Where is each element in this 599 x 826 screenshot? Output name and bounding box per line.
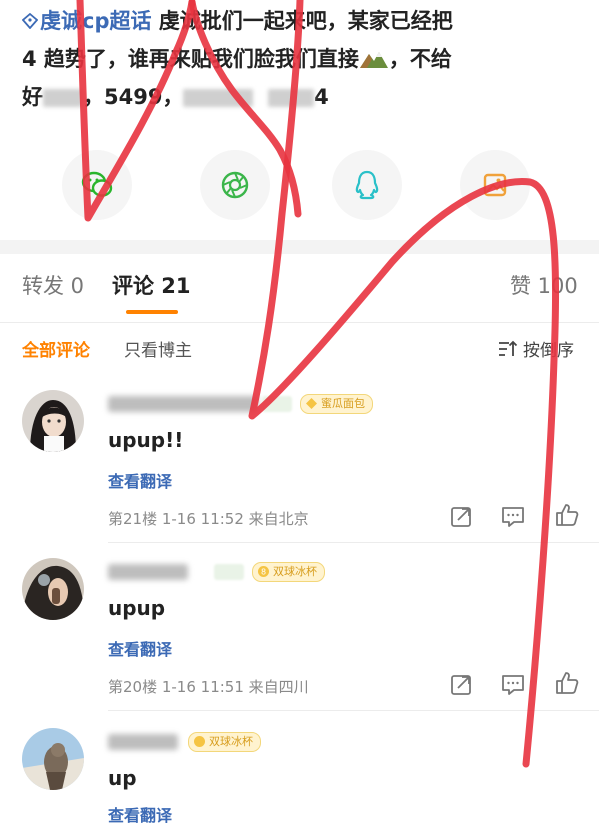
user-tag-blurred <box>214 564 244 580</box>
supertopic-icon <box>22 13 38 29</box>
user-tag-blurred <box>262 396 292 412</box>
active-tab-indicator <box>126 310 178 314</box>
username-blurred[interactable] <box>108 564 188 580</box>
share-qq-button[interactable] <box>332 150 402 220</box>
blurred-text <box>43 89 83 107</box>
avatar[interactable] <box>22 390 84 452</box>
post-text-line3c: 4 <box>314 85 329 109</box>
badge-icon <box>306 398 317 409</box>
user-line: 蜜瓜面包 <box>108 392 373 416</box>
fan-badge[interactable]: 蜜瓜面包 <box>300 394 373 414</box>
qq-icon <box>355 170 379 200</box>
avatar[interactable] <box>22 558 84 620</box>
blurred-text <box>183 89 254 107</box>
row-divider <box>108 542 599 543</box>
share-moments-button[interactable] <box>200 150 270 220</box>
comment-icon <box>502 507 524 527</box>
post-text-line3b: ，5499， <box>83 85 184 109</box>
thumbs-up-icon <box>556 504 579 526</box>
share-comment-button[interactable] <box>448 504 474 530</box>
post-text-line1: 虔诚批们一起来吧，某家已经把 <box>158 9 453 33</box>
wechat-icon <box>81 171 113 197</box>
row-divider <box>108 710 599 711</box>
fan-badge[interactable]: 8 双球冰杯 <box>252 562 325 582</box>
sort-button[interactable]: 按倒序 <box>498 336 574 361</box>
comment-text: up <box>108 766 137 790</box>
reply-comment-button[interactable] <box>500 672 526 698</box>
badge-label: 双球冰杯 <box>209 735 253 748</box>
comment-text: upup!! <box>108 428 184 452</box>
post-text-line2: 4 趋势了，谁再来贴我们脸我们直接 <box>22 47 359 71</box>
translate-link[interactable]: 查看翻译 <box>108 802 172 826</box>
tab-repost[interactable]: 转发 0 <box>22 270 84 300</box>
supertopic-link[interactable]: 虔诚cp超话 <box>40 9 151 33</box>
moments-icon <box>221 171 249 199</box>
post-tabs: 转发 0 评论 21 赞 100 <box>0 270 599 314</box>
fan-badge[interactable]: 双球冰杯 <box>188 732 261 752</box>
like-comment-button[interactable] <box>554 670 580 696</box>
share-row <box>0 150 599 220</box>
translate-link[interactable]: 查看翻译 <box>108 636 172 660</box>
comment-text: upup <box>108 596 166 620</box>
badge-label: 双球冰杯 <box>273 565 317 578</box>
post-text-line2-tail: ，不给 <box>388 47 452 71</box>
post-text: 虔诚cp超话 虔诚批们一起来吧，某家已经把 4 趋势了，谁再来贴我们脸我们直接 ，… <box>22 2 582 116</box>
share-icon <box>451 675 471 695</box>
post-text-line3a: 好 <box>22 85 43 109</box>
section-divider <box>0 240 599 254</box>
comment-meta: 第20楼 1-16 11:51 来自四川 <box>108 678 309 696</box>
avatar[interactable] <box>22 728 84 790</box>
tab-like[interactable]: 赞 100 <box>510 270 578 300</box>
mountain-emoji-icon <box>359 52 388 68</box>
post-line-1: 虔诚cp超话 虔诚批们一起来吧，某家已经把 <box>22 2 582 40</box>
share-wechat-button[interactable] <box>62 150 132 220</box>
badge-icon <box>194 736 205 747</box>
filter-owner-only[interactable]: 只看博主 <box>124 336 192 361</box>
image-icon <box>483 173 507 197</box>
thumbs-up-icon <box>556 672 579 694</box>
share-comment-button[interactable] <box>448 672 474 698</box>
post-line-3: 好 ，5499， 4 <box>22 78 582 116</box>
user-line: 8 双球冰杯 <box>108 560 325 584</box>
username-blurred[interactable] <box>108 734 178 750</box>
share-image-button[interactable] <box>460 150 530 220</box>
badge-icon: 8 <box>258 566 269 577</box>
translate-link[interactable]: 查看翻译 <box>108 468 172 492</box>
share-icon <box>451 507 471 527</box>
blurred-text <box>268 89 315 107</box>
user-line: 双球冰杯 <box>108 730 261 754</box>
sort-label: 按倒序 <box>523 341 574 361</box>
svg-text:8: 8 <box>261 568 266 577</box>
tab-comment[interactable]: 评论 21 <box>112 270 191 300</box>
badge-label: 蜜瓜面包 <box>321 397 365 410</box>
filter-all-comments[interactable]: 全部评论 <box>22 336 90 361</box>
tabs-divider <box>0 322 599 323</box>
reply-comment-button[interactable] <box>500 504 526 530</box>
username-blurred[interactable] <box>108 396 258 412</box>
post-line-2: 4 趋势了，谁再来贴我们脸我们直接 ，不给 <box>22 40 582 78</box>
like-comment-button[interactable] <box>554 502 580 528</box>
comment-meta: 第21楼 1-16 11:52 来自北京 <box>108 510 309 528</box>
sort-icon <box>499 340 518 356</box>
comment-icon <box>502 675 524 695</box>
